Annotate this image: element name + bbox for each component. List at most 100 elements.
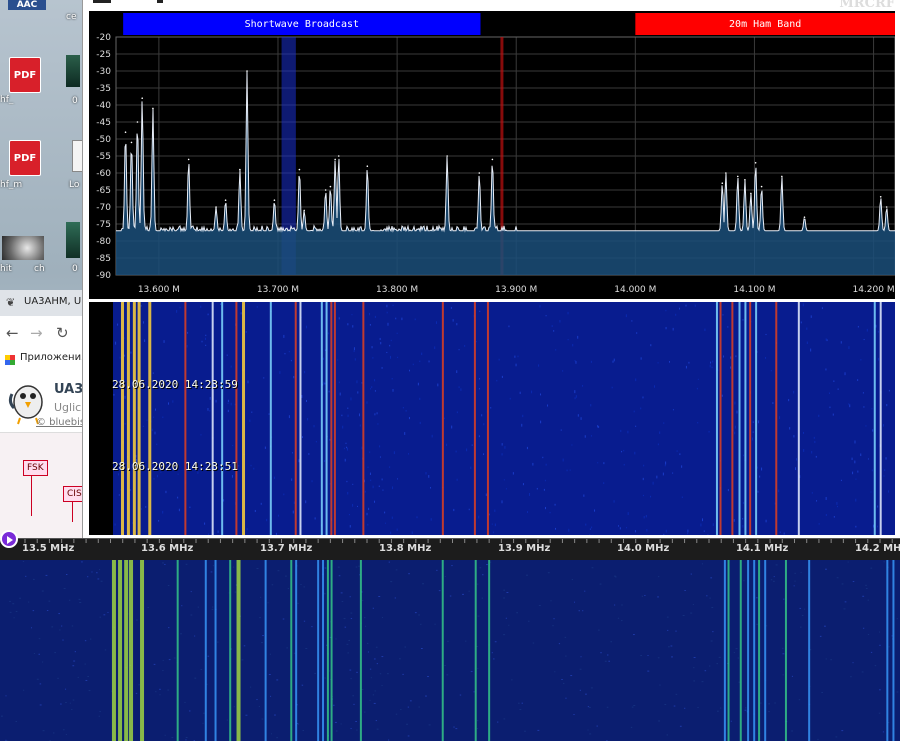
- waterfall-speck: [39, 704, 42, 706]
- play-button[interactable]: [0, 530, 18, 548]
- waterfall-speck: [572, 343, 574, 347]
- waterfall-speck: [271, 733, 273, 735]
- main-waterfall[interactable]: [0, 560, 900, 741]
- waterfall-speck: [379, 445, 381, 448]
- waterfall-speck: [794, 580, 796, 582]
- waterfall-speck: [32, 578, 35, 580]
- waterfall-speck: [634, 451, 636, 455]
- waterfall-speck: [604, 660, 607, 662]
- waterfall-speck: [207, 313, 209, 316]
- waterfall-speck: [723, 355, 725, 358]
- mode-tag-fsk[interactable]: FSK: [23, 460, 48, 476]
- waterfall-speck: [574, 397, 576, 400]
- waterfall-speck: [338, 317, 340, 320]
- waterfall-signal-trace: [886, 560, 889, 741]
- waterfall-speck: [627, 430, 629, 434]
- waterfall-speck: [302, 436, 304, 439]
- waterfall-speck: [524, 730, 526, 732]
- waterfall-speck: [456, 411, 458, 414]
- waterfall-speck: [606, 706, 609, 708]
- waterfall-speck: [390, 531, 392, 535]
- waterfall-speck: [124, 422, 126, 425]
- waterfall-speck: [372, 357, 374, 359]
- waterfall-speck: [801, 614, 804, 616]
- waterfall-speck: [503, 718, 506, 720]
- waterfall-speck: [204, 337, 206, 340]
- waterfall-speck: [286, 647, 288, 649]
- waterfall-speck: [211, 608, 214, 610]
- waterfall-signal-trace: [744, 302, 747, 535]
- spectrum-chart[interactable]: Shortwave Broadcast 20m Ham Band -20 -25 -30…: [89, 11, 896, 299]
- waterfall-speck: [852, 581, 855, 583]
- waterfall-speck: [254, 509, 256, 513]
- waterfall-speck: [862, 627, 865, 629]
- waterfall-speck: [305, 399, 307, 402]
- waterfall-speck: [633, 705, 636, 707]
- waterfall-speck: [451, 565, 453, 567]
- waterfall-speck: [575, 361, 577, 364]
- waterfall-speck: [752, 437, 754, 441]
- desktop-pdf-file[interactable]: PDF hf_m: [0, 140, 70, 200]
- reload-icon[interactable]: ↻: [56, 324, 69, 342]
- waterfall-speck: [353, 703, 355, 705]
- waterfall-signal-trace: [214, 560, 217, 741]
- waterfall-speck: [374, 379, 376, 382]
- photo-thumbnail-icon[interactable]: [2, 236, 44, 260]
- site-title[interactable]: UA3: [54, 382, 82, 397]
- waterfall-speck: [643, 515, 645, 519]
- waterfall-speck: [598, 629, 600, 631]
- waterfall-speck: [119, 356, 121, 359]
- waterfall-speck: [380, 341, 382, 345]
- waterfall-speck: [357, 391, 359, 394]
- waterfall-speck: [573, 714, 575, 716]
- waterfall-speck: [736, 410, 738, 414]
- waterfall-timestamp: 28.06.2020 14:23:51: [112, 460, 238, 473]
- waterfall-panel[interactable]: 28.06.2020 14:23:59 28.06.2020 14:23:51: [89, 302, 895, 535]
- waterfall-speck: [291, 452, 293, 454]
- desktop-pdf-file[interactable]: PDF hf_: [0, 55, 70, 115]
- image-thumbnail-icon[interactable]: [66, 222, 80, 258]
- apps-grid-icon[interactable]: [5, 355, 15, 365]
- waterfall-speck: [841, 583, 844, 585]
- waterfall-speck: [332, 704, 335, 706]
- waterfall-speck: [177, 496, 179, 499]
- waterfall-speck: [857, 379, 859, 381]
- waterfall-speck: [730, 366, 732, 369]
- bookmarks-apps-link[interactable]: Приложения: [20, 352, 82, 363]
- waterfall-signal-trace: [474, 560, 477, 741]
- waterfall-speck: [162, 670, 164, 672]
- waterfall-speck: [85, 679, 88, 681]
- waterfall-speck: [271, 584, 274, 586]
- site-link[interactable]: © bluebis: [36, 417, 82, 428]
- waterfall-speck: [435, 321, 437, 324]
- waterfall-speck: [865, 425, 867, 427]
- waterfall-speck: [388, 739, 390, 741]
- waterfall-speck: [697, 422, 699, 424]
- spectrum-panel[interactable]: Shortwave Broadcast 20m Ham Band -20 -25 -30…: [89, 11, 896, 299]
- waterfall-speck: [855, 478, 857, 480]
- browser-tab[interactable]: ❦ UA3AHM, U: [0, 290, 82, 316]
- frequency-scale[interactable]: 13.5 MHz 13.6 MHz 13.7 MHz 13.8 MHz 13.9…: [0, 538, 900, 560]
- peak-point: [273, 199, 276, 201]
- back-arrow-icon[interactable]: ←: [6, 324, 19, 342]
- waterfall-speck: [303, 620, 306, 622]
- forward-arrow-icon[interactable]: →: [30, 324, 43, 342]
- waterfall-speck: [404, 432, 406, 435]
- waterfall-speck: [293, 652, 296, 654]
- waterfall-speck: [260, 596, 262, 598]
- waterfall-speck: [81, 561, 83, 563]
- waterfall-speck: [339, 392, 341, 396]
- menu-icon[interactable]: [93, 0, 111, 3]
- waterfall-speck: [267, 602, 269, 604]
- mode-tag-cis[interactable]: CIS: [63, 486, 82, 502]
- waterfall-speck: [614, 575, 616, 577]
- waterfall-signal-trace: [715, 302, 718, 535]
- waterfall-speck: [208, 533, 210, 535]
- waterfall-speck: [458, 386, 460, 389]
- waterfall-speck: [285, 575, 287, 577]
- waterfall-speck: [742, 524, 744, 528]
- waterfall-speck: [369, 699, 371, 701]
- image-thumbnail-icon[interactable]: [66, 55, 80, 87]
- waterfall-speck: [852, 471, 854, 475]
- waterfall-speck: [825, 368, 827, 371]
